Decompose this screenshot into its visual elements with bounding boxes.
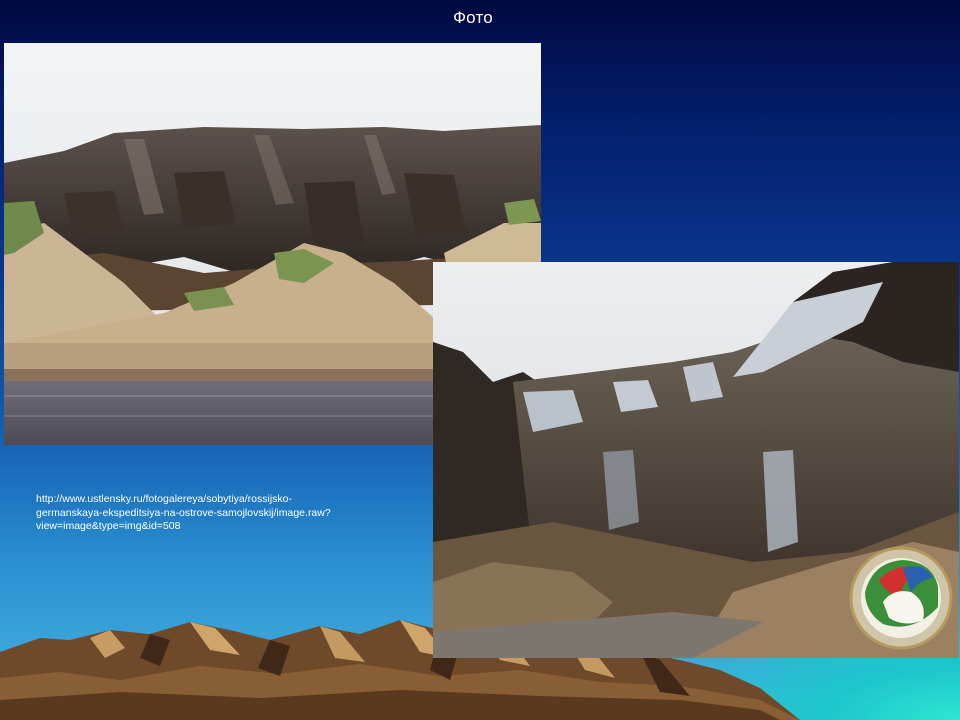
photo-ground-ice-bluff [433, 262, 959, 658]
slide-title: Фото [453, 8, 493, 27]
slide-background: Фото http://www.ustlensky.ru/fotogalerey… [0, 0, 960, 720]
caption-line: germanskaya-ekspeditsiya-na-ostrove-samo… [36, 506, 331, 519]
expedition-emblem-logo [849, 546, 953, 650]
caption-line: view=image&type=img&id=508 [36, 520, 181, 532]
photo-source-caption: http://www.ustlensky.ru/fotogalereya/sob… [36, 493, 396, 534]
caption-line: http://www.ustlensky.ru/fotogalereya/sob… [36, 493, 292, 505]
